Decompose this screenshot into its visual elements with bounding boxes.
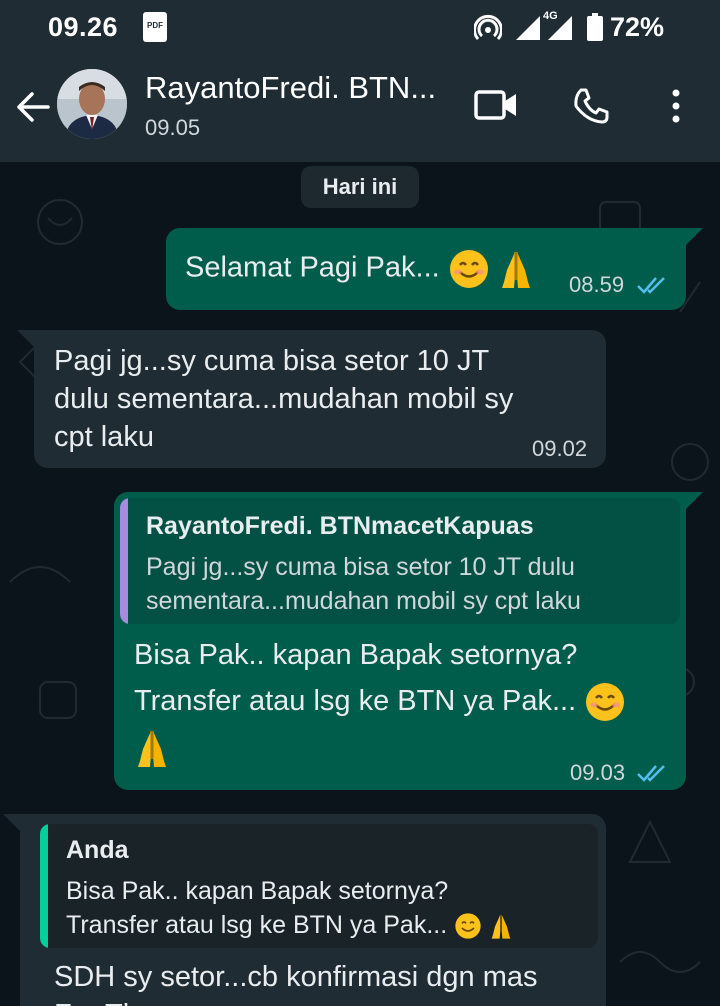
bubble-tail: [685, 492, 703, 510]
message-text: Bisa Pak.. kapan Bapak setornya? Transfe…: [134, 632, 626, 770]
chat-header: RayantoFredi. BTN... 09.05: [0, 58, 720, 162]
lte-signal-icon: [548, 16, 572, 40]
pdf-icon-label: PDF: [147, 21, 163, 30]
smiling-face-emoji: [586, 683, 625, 722]
message-emoji-line: [134, 724, 626, 770]
quoted-message[interactable]: RayantoFredi. BTNmacetKapuas Pagi jg...s…: [120, 498, 680, 624]
status-bar: 09.26 PDF 4G 72%: [0, 0, 720, 58]
hotspot-icon: [474, 15, 502, 41]
folded-hands-emoji: [138, 731, 166, 768]
message-line: Bisa Pak.. kapan Bapak setornya?: [134, 639, 578, 671]
message-text: Selamat Pagi Pak...: [185, 248, 534, 290]
message-line: Pagi jg...sy cuma bisa setor 10 JT: [54, 345, 490, 377]
message-line-with-emoji: Transfer atau lsg ke BTN ya Pak...: [134, 678, 626, 724]
quote-accent-bar: [120, 498, 128, 624]
bubble-tail: [17, 330, 35, 348]
message-line: cpt laku: [54, 421, 154, 453]
message-line: Fru Tlp: [54, 996, 538, 1006]
video-call-icon[interactable]: [474, 89, 518, 121]
battery-icon: [587, 13, 603, 41]
bubble-tail: [3, 814, 21, 832]
quote-line-with-emoji: Transfer atau lsg ke BTN ya Pak...: [66, 908, 513, 942]
message-line: Transfer atau lsg ke BTN ya Pak...: [134, 685, 577, 717]
smiling-face-emoji: [449, 250, 488, 288]
message-text-content: Selamat Pagi Pak...: [185, 251, 440, 284]
message-text: SDH sy setor...cb konfirmasi dgn mas Fru…: [54, 958, 538, 1006]
date-chip: Hari ini: [301, 166, 419, 208]
message-line: dulu sementara...mudahan mobil sy: [54, 383, 514, 415]
more-options-icon[interactable]: [664, 86, 688, 126]
quote-line: sementara...mudahan mobil sy cpt laku: [146, 587, 581, 615]
quote-text: Pagi jg...sy cuma bisa setor 10 JT dulu …: [146, 550, 581, 618]
message-bubble-incoming[interactable]: Pagi jg...sy cuma bisa setor 10 JT dulu …: [17, 330, 606, 468]
quote-author: RayantoFredi. BTNmacetKapuas: [146, 512, 534, 540]
quote-author: Anda: [66, 836, 129, 864]
back-arrow-icon[interactable]: [14, 88, 52, 126]
quote-accent-bar: [40, 824, 48, 948]
contact-name[interactable]: RayantoFredi. BTN...: [145, 70, 455, 106]
message-text: Pagi jg...sy cuma bisa setor 10 JT dulu …: [54, 342, 513, 456]
message-bubble-outgoing[interactable]: Selamat Pagi Pak... 08.59: [166, 228, 703, 310]
message-bubble-incoming[interactable]: Anda Bisa Pak.. kapan Bapak setornya? Tr…: [3, 814, 606, 1006]
quote-text: Bisa Pak.. kapan Bapak setornya? Transfe…: [66, 874, 513, 942]
message-bubble-outgoing[interactable]: RayantoFredi. BTNmacetKapuas Pagi jg...s…: [114, 492, 703, 790]
voice-call-icon[interactable]: [571, 86, 611, 126]
message-time: 09.03: [570, 760, 626, 785]
bubble-tail: [685, 228, 703, 246]
message-line: SDH sy setor...cb konfirmasi dgn mas: [54, 961, 538, 993]
battery-percent: 72%: [610, 12, 665, 42]
avatar-photo: [57, 69, 127, 139]
quoted-message[interactable]: Anda Bisa Pak.. kapan Bapak setornya? Tr…: [40, 824, 598, 948]
chat-area[interactable]: Hari ini Selamat Pagi Pak... 08.59 Pagi …: [0, 162, 720, 1006]
message-time: 08.59: [569, 272, 625, 297]
last-seen-time: 09.05: [145, 115, 201, 140]
pdf-icon: PDF: [143, 12, 167, 42]
avatar[interactable]: [57, 69, 127, 139]
folded-hands-emoji: [501, 252, 530, 288]
read-receipt-icon: [637, 277, 665, 294]
quote-line: Bisa Pak.. kapan Bapak setornya?: [66, 877, 449, 905]
message-time: 09.02: [532, 436, 588, 461]
folded-hands-emoji: [491, 915, 511, 940]
smiling-face-emoji: [455, 913, 481, 940]
signal-icon: [516, 16, 540, 40]
read-receipt-icon: [637, 765, 665, 782]
quote-line: Transfer atau lsg ke BTN ya Pak...: [66, 911, 448, 939]
quote-line: Pagi jg...sy cuma bisa setor 10 JT dulu: [146, 553, 575, 581]
status-time: 09.26: [48, 12, 119, 42]
